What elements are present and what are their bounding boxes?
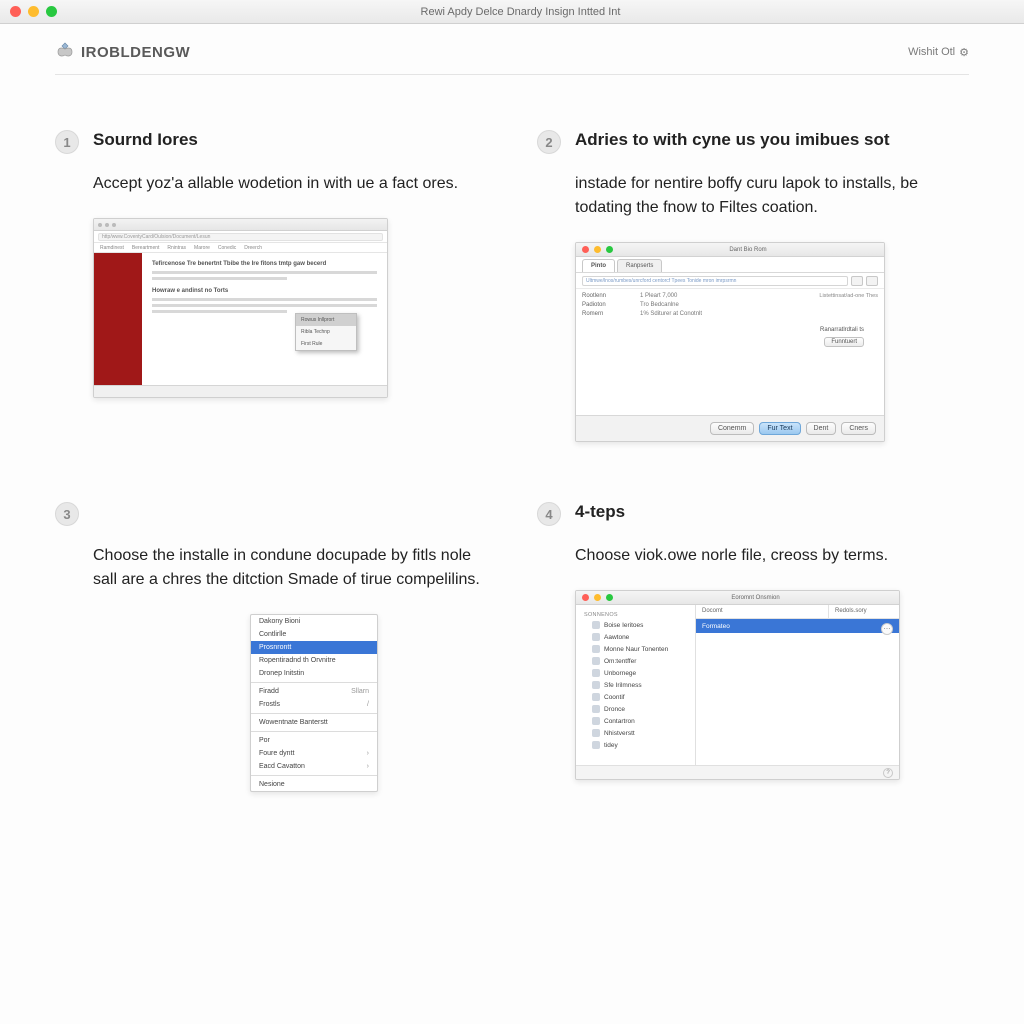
right-panel: Ranarratlrdtali ts Funntuert xyxy=(820,327,864,347)
top-link[interactable]: Wishit Otl ⚙ xyxy=(908,46,969,59)
brand: IROBLDENGW xyxy=(55,42,190,62)
step-desc-1: Accept yoz'a allable wodetion in with ue… xyxy=(93,172,487,196)
menu-item[interactable]: Contlirlle xyxy=(251,628,377,641)
dialog-button-primary[interactable]: Fur Text xyxy=(759,422,800,435)
sidebar-item[interactable]: Sfe Irilmness xyxy=(576,679,695,691)
sidebar-item[interactable]: Boise Ieritoes xyxy=(576,619,695,631)
step-2-screenshot: Dant Bio Rom Pinto Ranpserts Ultmwe/lnos… xyxy=(575,242,885,442)
window-title: Rewi Apdy Delce Dnardy Insign Intted Int xyxy=(17,6,1024,18)
dialog-button[interactable]: Conemm xyxy=(710,422,754,435)
menu-item[interactable]: Frostls/ xyxy=(251,698,377,711)
step-desc-3: Choose the installe in condune docupade … xyxy=(93,544,487,592)
step-2: 2 Adries to with cyne us you imibues sot… xyxy=(537,130,969,442)
menu-item[interactable]: Ribla Technp xyxy=(296,326,356,338)
step-3-menu: Dakony Bioni Contlirlle Prosnrontt Ropen… xyxy=(250,614,378,792)
menu-item[interactable]: Eacd Cavatton› xyxy=(251,760,377,773)
step-number-3: 3 xyxy=(55,502,79,526)
step-button[interactable] xyxy=(866,276,878,286)
tab[interactable]: Ranpserts xyxy=(617,259,662,272)
dialog-button[interactable]: Dent xyxy=(806,422,837,435)
step-number-1: 1 xyxy=(55,130,79,154)
help-icon[interactable]: ? xyxy=(883,768,893,778)
column-header[interactable]: Docomt xyxy=(696,605,829,618)
file-row-selected[interactable]: Formateo xyxy=(696,619,899,633)
browser-sidebar xyxy=(94,253,142,385)
dialog-title: Dant Bio Rom xyxy=(618,247,878,253)
sidebar-item[interactable]: Dronce xyxy=(576,703,695,715)
top-link-label: Wishit Otl xyxy=(908,46,955,58)
window-titlebar: Rewi Apdy Delce Dnardy Insign Intted Int xyxy=(0,0,1024,24)
sidebar-item[interactable]: Contartron xyxy=(576,715,695,727)
context-menu: Rowus Inllprort Ribla Technp First Rule xyxy=(295,313,357,351)
step-number-2: 2 xyxy=(537,130,561,154)
menu-item[interactable]: Rowus Inllprort xyxy=(296,314,356,326)
sidebar-item[interactable]: Aawtone xyxy=(576,631,695,643)
gear-icon: ⚙ xyxy=(959,46,969,59)
browser-nav-item: Marore xyxy=(194,245,210,251)
browser-nav-item: Ramdinest xyxy=(100,245,124,251)
sidebar-item[interactable]: tidey xyxy=(576,739,695,751)
detail-button[interactable]: Funntuert xyxy=(824,337,864,347)
menu-item[interactable]: Dakony Bioni xyxy=(251,615,377,628)
step-desc-2: instade for nentire boffy curu lapok to … xyxy=(575,172,969,220)
menu-item[interactable]: Por xyxy=(251,734,377,747)
menu-item-selected[interactable]: Prosnrontt xyxy=(251,641,377,654)
brand-text: IROBLDENGW xyxy=(81,44,190,61)
info-icon[interactable]: ⋯ xyxy=(881,623,893,635)
step-title-2: Adries to with cyne us you imibues sot xyxy=(575,130,890,150)
browser-nav-item: Rnintras xyxy=(167,245,186,251)
step-number-4: 4 xyxy=(537,502,561,526)
step-4-screenshot: Eoromnt Onsmion Sonnenos Boise Ieritoes … xyxy=(575,590,900,780)
header-bar: IROBLDENGW Wishit Otl ⚙ xyxy=(55,42,969,75)
menu-item[interactable]: Dronep Initstin xyxy=(251,667,377,680)
sidebar-item[interactable]: Om:tentffer xyxy=(576,655,695,667)
browser-url: http/www.CoventyCard/Oulsion/Document/Le… xyxy=(98,233,383,241)
brand-icon xyxy=(55,42,75,62)
sidebar-item[interactable]: Coontif xyxy=(576,691,695,703)
step-title-1: Sournd Iores xyxy=(93,130,198,150)
sidebar-item[interactable]: Nhistverstt xyxy=(576,727,695,739)
step-4: 4 4-teps Choose viok.owe norle file, cre… xyxy=(537,502,969,792)
tab[interactable]: Pinto xyxy=(582,259,615,272)
step-1-screenshot: http/www.CoventyCard/Oulsion/Document/Le… xyxy=(93,218,388,398)
dialog-title: Eoromnt Onsmion xyxy=(618,595,893,601)
app-window: Rewi Apdy Delce Dnardy Insign Intted Int… xyxy=(0,0,1024,1024)
menu-item[interactable]: Ropentiradnd th Orvnitre xyxy=(251,654,377,667)
menu-item[interactable]: Foure dyntt› xyxy=(251,747,377,760)
browser-nav-item: Dreerch xyxy=(244,245,262,251)
browser-nav-item: Bereartment xyxy=(132,245,160,251)
step-title-4: 4-teps xyxy=(575,502,625,522)
sidebar-item[interactable]: Monne Naur Tonenten xyxy=(576,643,695,655)
menu-item[interactable]: Wowentnate Banterstt xyxy=(251,716,377,729)
menu-item[interactable]: Nesione xyxy=(251,778,377,791)
browser-nav-item: Conedic xyxy=(218,245,236,251)
step-desc-4: Choose viok.owe norle file, creoss by te… xyxy=(575,544,969,568)
menu-item[interactable]: FiraddSllarn xyxy=(251,685,377,698)
column-header[interactable]: Redols.sory xyxy=(829,605,899,618)
finder-sidebar: Sonnenos Boise Ieritoes Aawtone Monne Na… xyxy=(576,605,696,765)
step-button[interactable] xyxy=(851,276,863,286)
step-3: 3 Choose the installe in condune docupad… xyxy=(55,502,487,792)
menu-item[interactable]: First Rule xyxy=(296,338,356,350)
url-field[interactable]: Ultmwe/lnos/rumbes/unrcford centorcf Tpe… xyxy=(582,276,848,286)
step-1: 1 Sournd Iores Accept yoz'a allable wode… xyxy=(55,130,487,442)
dialog-button[interactable]: Cners xyxy=(841,422,876,435)
sidebar-item[interactable]: Unbornege xyxy=(576,667,695,679)
